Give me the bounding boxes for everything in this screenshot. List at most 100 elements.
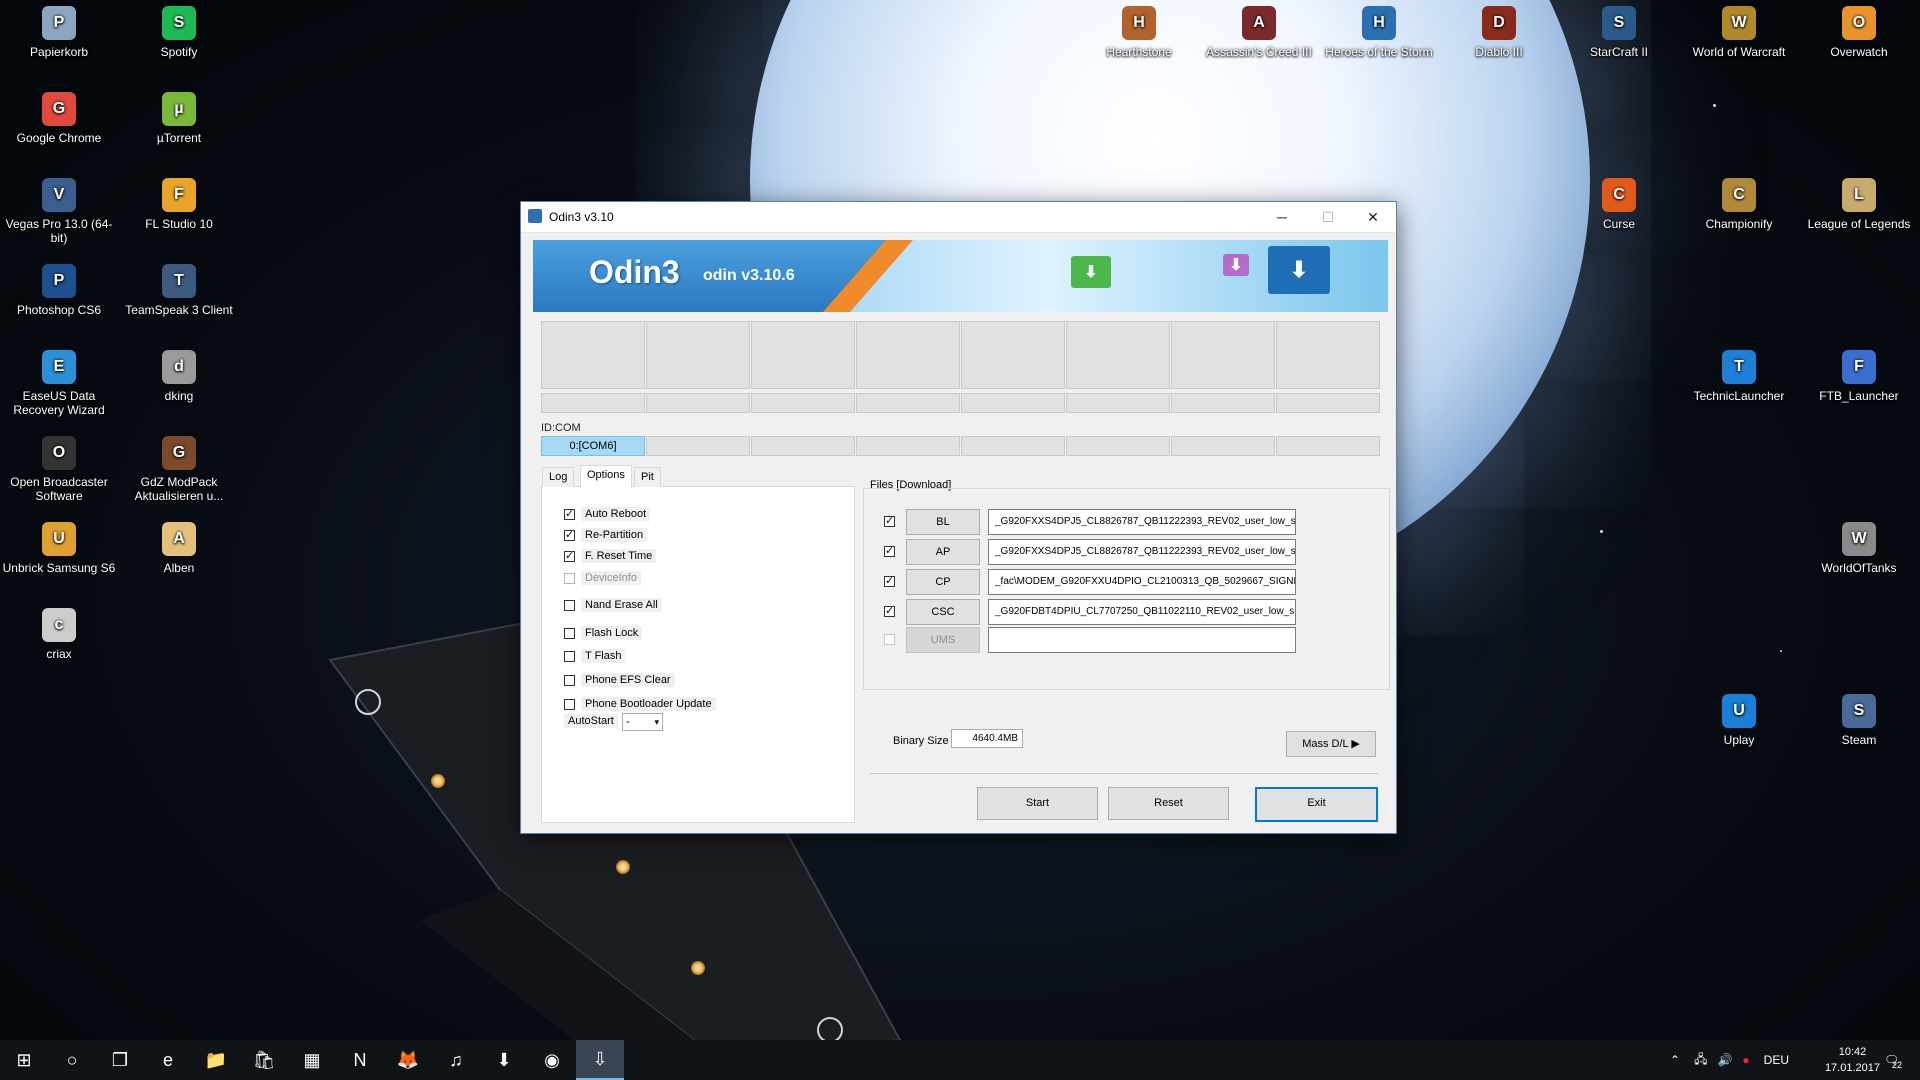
file-explorer-icon[interactable]: 📁 — [192, 1040, 240, 1080]
store-icon[interactable]: 🛍 — [240, 1040, 288, 1080]
close-button[interactable]: ✕ — [1350, 202, 1396, 232]
action-center-button[interactable]: 🗨 22 — [1884, 1040, 1914, 1080]
desktop-icon-dking[interactable]: d dking — [120, 344, 238, 403]
option-checkbox[interactable] — [564, 650, 575, 662]
desktop-icon-lol[interactable]: L League of Legends — [1800, 172, 1918, 231]
tab-log[interactable]: Log — [542, 467, 575, 487]
option-checkbox[interactable] — [564, 549, 575, 562]
file-path-field[interactable]: _G920FDBT4DPIU_CL7707250_QB11022110_REV0… — [988, 599, 1296, 625]
task-view-icon[interactable]: ❐ — [96, 1040, 144, 1080]
volume-icon[interactable]: 🔊 — [1717, 1053, 1732, 1067]
file-checkbox[interactable] — [884, 514, 895, 527]
option-checkbox[interactable] — [564, 599, 575, 611]
option-checkbox[interactable] — [564, 528, 575, 541]
edge-icon[interactable]: e — [144, 1040, 192, 1080]
desktop-icon-uplay[interactable]: U Uplay — [1680, 688, 1798, 747]
desktop-icon-world-of-tanks[interactable]: W WorldOfTanks — [1800, 516, 1918, 575]
csc-button[interactable]: CSC — [906, 599, 980, 625]
clock[interactable]: 10:42 17.01.2017 — [1825, 1044, 1880, 1076]
desktop-icon-steam[interactable]: S Steam — [1800, 688, 1918, 747]
desktop-icon-utorrent[interactable]: µ µTorrent — [120, 86, 238, 145]
desktop-icon-label: Photoshop CS6 — [16, 303, 102, 317]
desktop-icon-wow[interactable]: W World of Warcraft — [1680, 0, 1798, 59]
port-slot — [1171, 321, 1275, 389]
desktop-icon-recycle-bin[interactable]: P Papierkorb — [0, 0, 118, 59]
option-nand-erase-all[interactable]: Nand Erase All — [564, 597, 662, 613]
window-titlebar[interactable]: Odin3 v3.10 ─ ☐ ✕ — [521, 202, 1396, 233]
exit-button[interactable]: Exit — [1255, 787, 1378, 822]
tray-app-icon[interactable]: ● — [1742, 1053, 1749, 1067]
option-t-flash[interactable]: T Flash — [564, 648, 626, 664]
ums-button: UMS — [906, 627, 980, 653]
port-progress — [1171, 393, 1275, 413]
onenote-icon[interactable]: N — [336, 1040, 384, 1080]
option-checkbox[interactable] — [564, 674, 575, 686]
desktop-icon-obs[interactable]: O Open Broadcaster Software — [0, 430, 118, 503]
file-checkbox[interactable] — [884, 604, 895, 617]
desktop-icon-diablo[interactable]: D Diablo III — [1440, 0, 1558, 59]
language-indicator[interactable]: DEU — [1764, 1053, 1789, 1067]
option-flash-lock[interactable]: Flash Lock — [564, 625, 643, 641]
option-checkbox[interactable] — [564, 698, 575, 710]
misc-app-icon[interactable]: ◉ — [528, 1040, 576, 1080]
tray-chevron-up-icon[interactable]: ⌃ — [1670, 1053, 1680, 1067]
odin-taskbar-icon[interactable]: ⇩ — [576, 1040, 624, 1080]
obs-icon: O — [42, 436, 76, 470]
maximize-button[interactable]: ☐ — [1305, 202, 1351, 232]
desktop-icon-photoshop[interactable]: P Photoshop CS6 — [0, 258, 118, 317]
tab-options[interactable]: Options — [580, 465, 632, 488]
option-checkbox[interactable] — [564, 627, 575, 639]
cortana-search-icon[interactable]: ○ — [48, 1040, 96, 1080]
network-icon[interactable]: 🖧 — [1694, 1050, 1707, 1071]
tab-pit[interactable]: Pit — [634, 467, 661, 487]
desktop-icon-criax[interactable]: c criax — [0, 602, 118, 661]
file-checkbox[interactable] — [884, 574, 895, 587]
file-checkbox[interactable] — [884, 544, 895, 557]
file-path-field[interactable]: _G920FXXS4DPJ5_CL8826787_QB11222393_REV0… — [988, 509, 1296, 535]
odin-app-icon — [528, 209, 542, 223]
option-checkbox[interactable] — [564, 507, 575, 520]
desktop-icon-ftb[interactable]: F FTB_Launcher — [1800, 344, 1918, 403]
mass-dl-button[interactable]: Mass D/L ▶ — [1286, 731, 1376, 757]
bl-button[interactable]: BL — [906, 509, 980, 535]
file-path-field[interactable]: _G920FXXS4DPJ5_CL8826787_QB11222393_REV0… — [988, 539, 1296, 565]
cp-button[interactable]: CP — [906, 569, 980, 595]
desktop-icon-easeus[interactable]: E EaseUS Data Recovery Wizard — [0, 344, 118, 417]
desktop-icon-overwatch[interactable]: O Overwatch — [1800, 0, 1918, 59]
desktop-icon-modpack[interactable]: G GdZ ModPack Aktualisieren u... — [120, 430, 238, 503]
desktop-icon-label: FL Studio 10 — [145, 217, 213, 231]
calculator-app-icon[interactable]: ▦ — [288, 1040, 336, 1080]
file-path-field[interactable]: _fac\MODEM_G920FXXU4DPIO_CL2100313_QB_50… — [988, 569, 1296, 595]
desktop-icon-curse[interactable]: C Curse — [1560, 172, 1678, 231]
windows-start-icon[interactable]: ⊞ — [0, 1040, 48, 1080]
autostart-select[interactable]: - ▾ — [622, 713, 663, 731]
download-manager-icon[interactable]: ⬇ — [480, 1040, 528, 1080]
desktop-icon-chrome[interactable]: G Google Chrome — [0, 86, 118, 145]
desktop-icon-folder[interactable]: A Alben — [120, 516, 238, 575]
desktop-icon-starcraft[interactable]: S StarCraft II — [1560, 0, 1678, 59]
minimize-button[interactable]: ─ — [1259, 202, 1305, 232]
desktop-icon-vegas-pro[interactable]: V Vegas Pro 13.0 (64-bit) — [0, 172, 118, 245]
desktop-icon-assassins-creed[interactable]: A Assassin's Creed III — [1200, 0, 1318, 59]
desktop-icon-fl-studio[interactable]: F FL Studio 10 — [120, 172, 238, 231]
desktop-icon-technic[interactable]: T TechnicLauncher — [1680, 344, 1798, 403]
file-path-field[interactable] — [988, 627, 1296, 653]
desktop-icon-heroes-storm[interactable]: H Heroes of the Storm — [1320, 0, 1438, 59]
option-phone-bootloader-update[interactable]: Phone Bootloader Update — [564, 696, 716, 712]
option-re-partition[interactable]: Re-Partition — [564, 527, 648, 543]
option-phone-efs-clear[interactable]: Phone EFS Clear — [564, 672, 675, 688]
desktop-icon-hearthstone[interactable]: H Hearthstone — [1080, 0, 1198, 59]
option-f-reset-time[interactable]: F. Reset Time — [564, 548, 657, 564]
reset-button[interactable]: Reset — [1108, 787, 1229, 820]
desktop-icon-spotify[interactable]: S Spotify — [120, 0, 238, 59]
desktop-icon-label: Uplay — [1723, 733, 1755, 747]
desktop-icon-unbrick[interactable]: U Unbrick Samsung S6 — [0, 516, 118, 575]
desktop-icon-championify[interactable]: C Championify — [1680, 172, 1798, 231]
option-label: DeviceInfo — [581, 571, 641, 585]
spotify-icon[interactable]: ♫ — [432, 1040, 480, 1080]
ap-button[interactable]: AP — [906, 539, 980, 565]
desktop-icon-teamspeak[interactable]: T TeamSpeak 3 Client — [120, 258, 238, 317]
option-auto-reboot[interactable]: Auto Reboot — [564, 506, 651, 522]
firefox-icon[interactable]: 🦊 — [384, 1040, 432, 1080]
start-button[interactable]: Start — [977, 787, 1098, 820]
